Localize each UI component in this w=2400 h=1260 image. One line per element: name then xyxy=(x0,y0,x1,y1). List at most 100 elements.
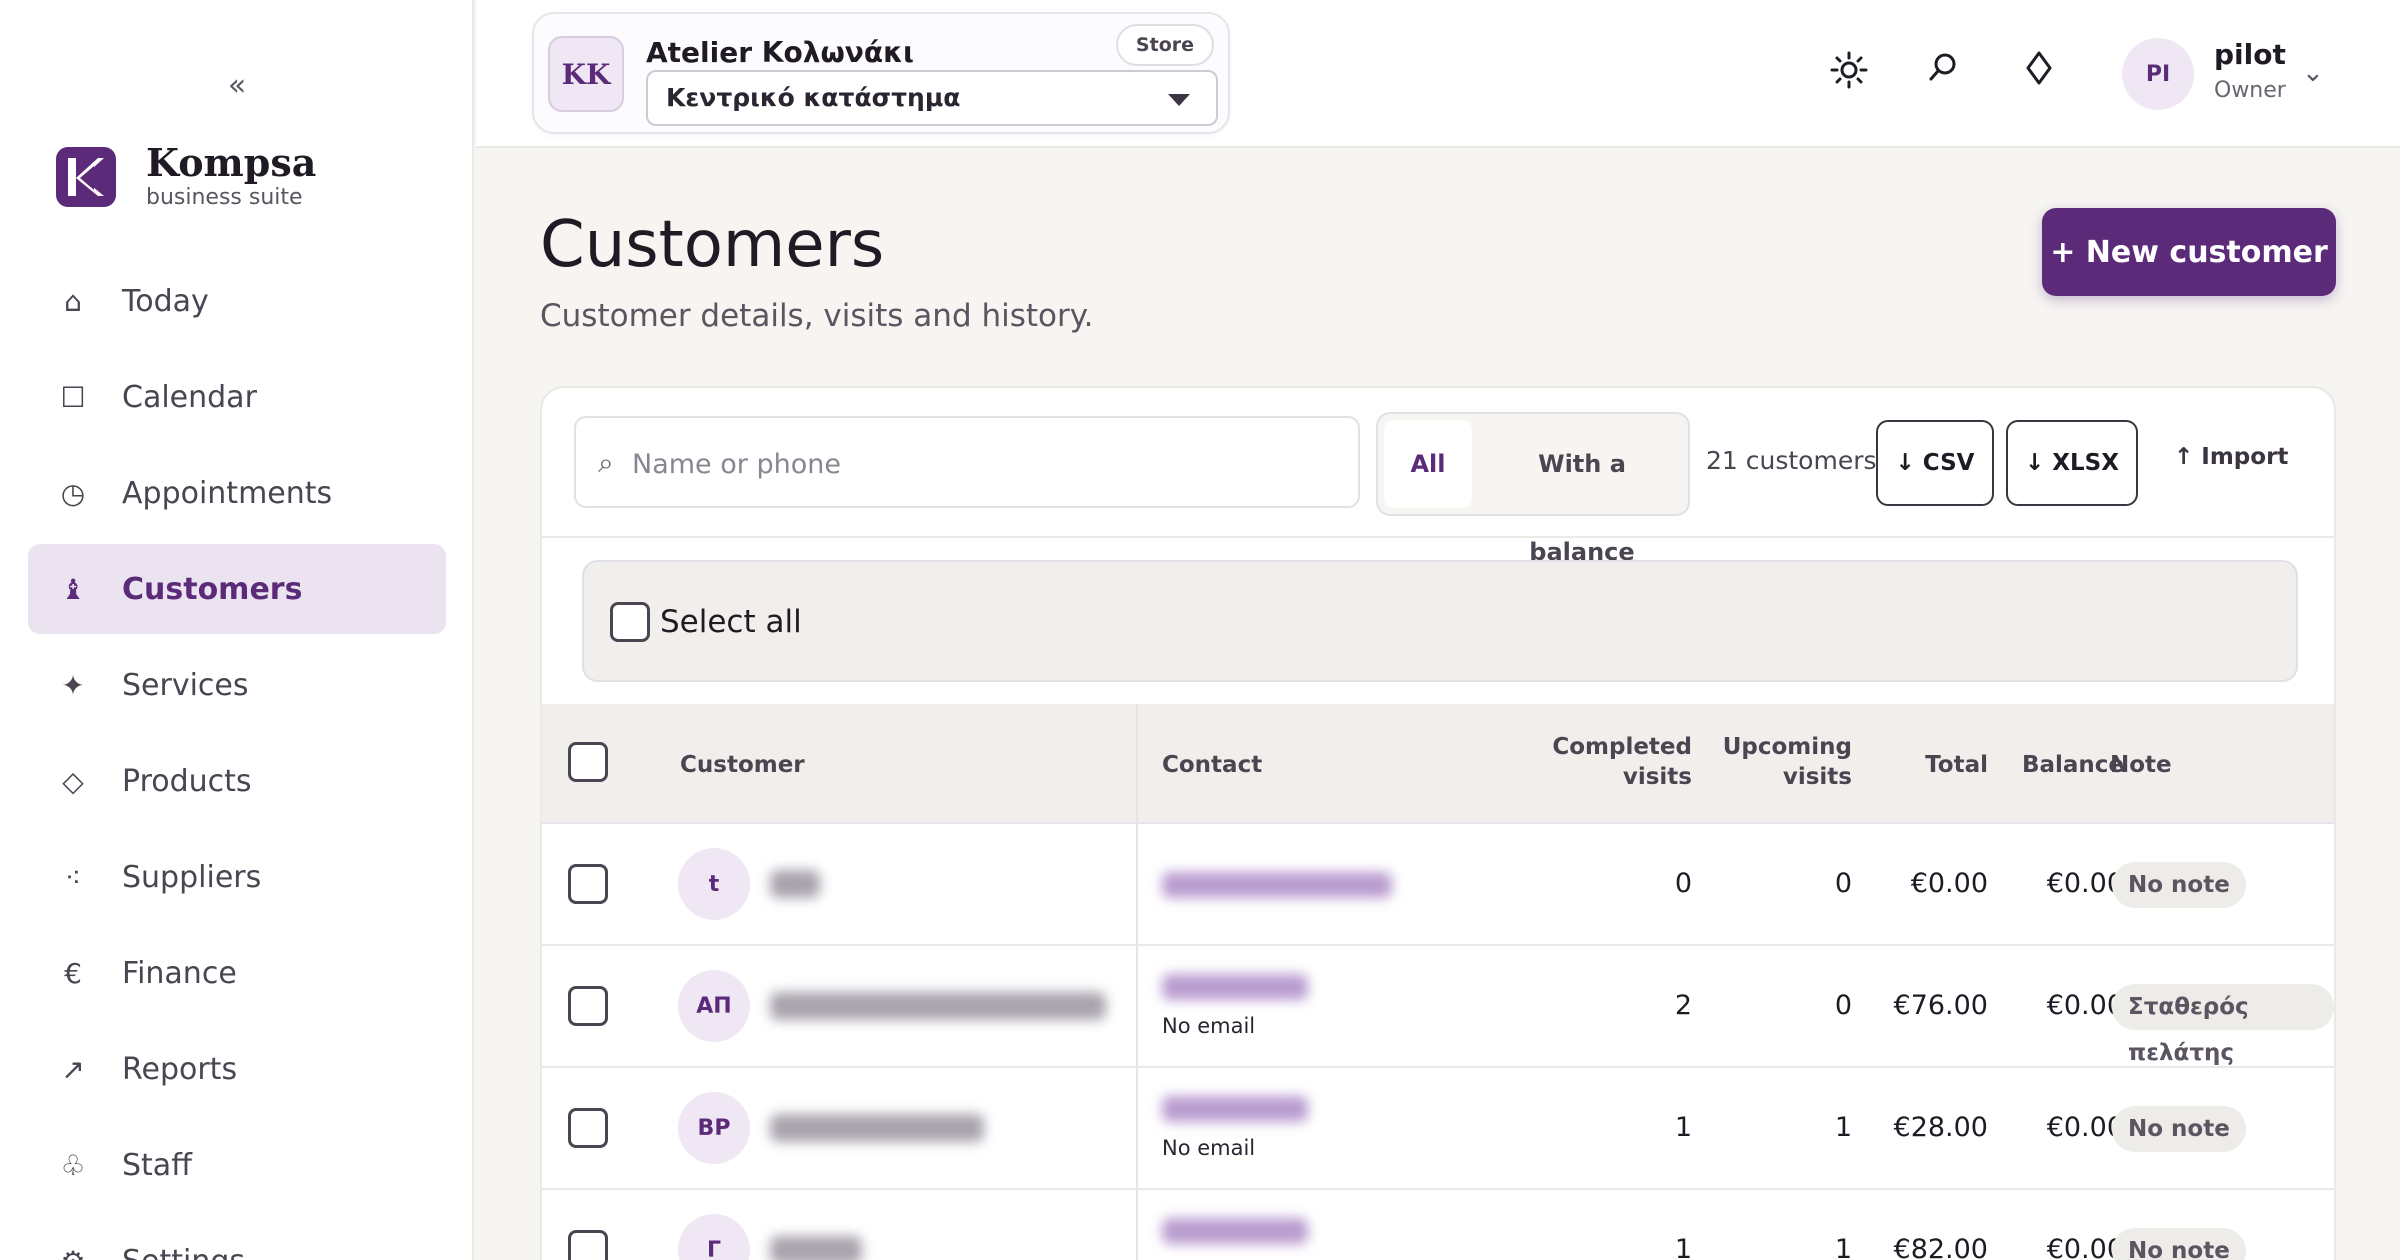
upcoming-visits: 1 xyxy=(1834,1234,1852,1260)
search-input[interactable] xyxy=(632,436,1332,492)
note-badge: No note xyxy=(2112,862,2246,908)
contact-email: No email xyxy=(1162,1014,1256,1038)
sidebar-item-label: Customers xyxy=(122,571,303,607)
customers-toolbar: ⌕ All With a balance 21 customers ↓ CSV … xyxy=(542,388,2334,566)
customer-count: 21 customers xyxy=(1706,446,1877,475)
sidebar-nav: ⌂ Today ☐ Calendar ◷ Appointments ♝ Cust… xyxy=(28,256,446,1260)
user-role: Owner xyxy=(2214,78,2286,103)
location-select[interactable]: Κεντρικό κατάστημα xyxy=(646,70,1218,126)
search-box: ⌕ xyxy=(574,416,1360,508)
euro-icon: € xyxy=(64,956,82,990)
customer-name-redacted xyxy=(770,870,820,898)
sidebar-item-label: Suppliers xyxy=(122,859,262,895)
gear-icon: ⚙ xyxy=(56,1245,90,1260)
note-badge: No note xyxy=(2112,1106,2246,1152)
sidebar-item-appointments[interactable]: ◷ Appointments xyxy=(28,448,446,538)
customer-avatar: Γ xyxy=(678,1214,750,1260)
location-select-value: Κεντρικό κατάστημα xyxy=(666,83,961,112)
table-row[interactable]: Γ 1 1 €82.00 €0.00 No note xyxy=(542,1190,2334,1260)
sidebar-item-services[interactable]: ✦ Services xyxy=(28,640,446,730)
sidebar-item-customers[interactable]: ♝ Customers xyxy=(28,544,446,634)
sidebar-item-calendar[interactable]: ☐ Calendar xyxy=(28,352,446,442)
export-csv-button[interactable]: ↓ CSV xyxy=(1876,420,1994,506)
contact-redacted xyxy=(1162,1218,1308,1244)
header-checkbox[interactable] xyxy=(568,742,608,782)
sidebar-item-label: Calendar xyxy=(122,379,257,415)
staff-icon: ♧ xyxy=(60,1148,86,1182)
customer-name-redacted xyxy=(770,1114,984,1142)
balance-value: €0.00 xyxy=(2046,990,2124,1021)
store-badge: Store xyxy=(1115,24,1214,66)
search-icon[interactable] xyxy=(1920,50,1966,96)
column-customer[interactable]: Customer xyxy=(680,750,805,780)
dots-icon: ⁖ xyxy=(64,860,82,894)
column-upcoming-visits[interactable]: Upcoming visits xyxy=(1652,732,1852,792)
filter-with-balance[interactable]: With a balance xyxy=(1482,420,1682,566)
sidebar-item-finance[interactable]: € Finance xyxy=(28,928,446,1018)
balance-value: €0.00 xyxy=(2046,1234,2124,1260)
caret-down-icon xyxy=(1168,94,1190,106)
sidebar-item-reports[interactable]: ↗ Reports xyxy=(28,1024,446,1114)
theme-sun-icon[interactable] xyxy=(1826,50,1872,96)
user-name[interactable]: pilot xyxy=(2214,38,2286,71)
column-note[interactable]: Note xyxy=(2110,750,2172,780)
user-icon: ♝ xyxy=(60,572,86,606)
table-row[interactable]: t 0 0 €0.00 €0.00 No note xyxy=(542,824,2334,946)
upcoming-visits: 0 xyxy=(1834,990,1852,1021)
search-icon: ⌕ xyxy=(598,446,614,479)
sidebar-item-label: Today xyxy=(122,283,209,319)
collapse-sidebar-button[interactable]: « xyxy=(222,66,252,106)
sidebar-item-label: Staff xyxy=(122,1147,192,1183)
customers-panel: ⌕ All With a balance 21 customers ↓ CSV … xyxy=(540,386,2336,1260)
sidebar: « Kompsa business suite ⌂ Today ☐ Calend… xyxy=(0,0,474,1260)
sidebar-item-products[interactable]: ◇ Products xyxy=(28,736,446,826)
note-badge: Σταθερός πελάτης xyxy=(2112,984,2334,1066)
sidebar-item-label: Settings xyxy=(122,1244,245,1260)
clock-icon: ◷ xyxy=(60,476,86,510)
page-subtitle: Customer details, visits and history. xyxy=(540,298,1094,334)
home-icon: ⌂ xyxy=(64,284,82,318)
sidebar-item-label: Reports xyxy=(122,1051,238,1087)
contact-redacted xyxy=(1162,974,1308,1000)
new-customer-button[interactable]: + New customer xyxy=(2042,208,2336,296)
calendar-icon: ☐ xyxy=(60,380,86,414)
store-name: Atelier Κολωνάκι xyxy=(646,36,914,69)
select-all-label[interactable]: Select all xyxy=(660,604,802,640)
sidebar-item-suppliers[interactable]: ⁖ Suppliers xyxy=(28,832,446,922)
column-contact[interactable]: Contact xyxy=(1162,750,1262,780)
row-checkbox[interactable] xyxy=(568,1108,608,1148)
customer-avatar: t xyxy=(678,848,750,920)
row-checkbox[interactable] xyxy=(568,1230,608,1260)
select-all-checkbox[interactable] xyxy=(610,602,650,642)
diamond-icon[interactable] xyxy=(2016,50,2062,96)
customer-avatar: ΑΠ xyxy=(678,970,750,1042)
import-button[interactable]: ↑ Import xyxy=(2174,444,2288,470)
contact-redacted xyxy=(1162,872,1392,898)
sidebar-item-label: Appointments xyxy=(122,475,333,511)
customer-avatar: ΒΡ xyxy=(678,1092,750,1164)
sidebar-item-today[interactable]: ⌂ Today xyxy=(28,256,446,346)
sidebar-item-staff[interactable]: ♧ Staff xyxy=(28,1120,446,1210)
table-header: Customer Contact Completed visits Upcomi… xyxy=(542,704,2334,824)
store-switcher: KK Atelier Κολωνάκι Store Κεντρικό κατάσ… xyxy=(532,12,1230,134)
export-xlsx-button[interactable]: ↓ XLSX xyxy=(2006,420,2138,506)
row-checkbox[interactable] xyxy=(568,986,608,1026)
upcoming-visits: 1 xyxy=(1834,1112,1852,1143)
column-balance[interactable]: Balance xyxy=(1948,750,2124,780)
brand-name: Kompsa xyxy=(146,140,317,185)
sidebar-item-label: Products xyxy=(122,763,252,799)
chevron-down-icon[interactable]: ⌄ xyxy=(2302,58,2324,88)
balance-value: €0.00 xyxy=(2046,1112,2124,1143)
customer-name-redacted xyxy=(770,992,1106,1020)
select-all-bar: Select all xyxy=(582,560,2298,682)
table-row[interactable]: ΑΠ No email 2 0 €76.00 €0.00 Σταθερός πε… xyxy=(542,946,2334,1068)
diamond-icon: ◇ xyxy=(62,764,84,798)
user-avatar[interactable]: PI xyxy=(2122,38,2194,110)
table-row[interactable]: ΒΡ No email 1 1 €28.00 €0.00 No note xyxy=(542,1068,2334,1190)
row-checkbox[interactable] xyxy=(568,864,608,904)
store-avatar: KK xyxy=(548,36,624,112)
sidebar-item-settings[interactable]: ⚙ Settings xyxy=(28,1216,446,1260)
filter-all[interactable]: All xyxy=(1384,420,1472,508)
arrow-up-right-icon: ↗ xyxy=(61,1052,85,1086)
column-divider xyxy=(1136,704,1138,1260)
